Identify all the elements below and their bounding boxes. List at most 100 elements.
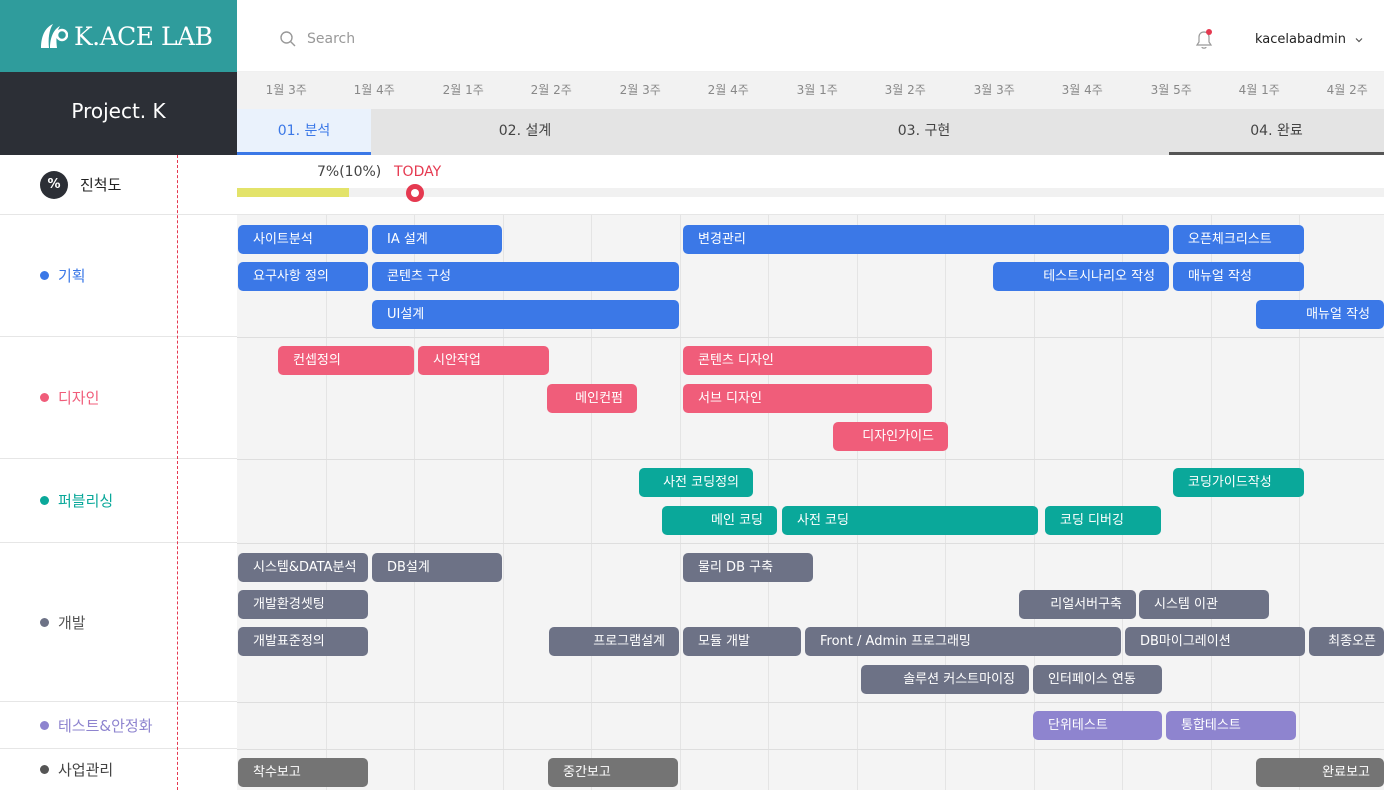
- task-bar[interactable]: IA 설계: [372, 225, 502, 254]
- progress-label: 진척도: [80, 176, 122, 194]
- task-bar[interactable]: Front / Admin 프로그래밍: [805, 627, 1121, 656]
- task-bar[interactable]: 테스트시나리오 작성: [993, 262, 1169, 291]
- group-test[interactable]: 테스트&안정화: [0, 702, 237, 749]
- task-bar[interactable]: 모듈 개발: [683, 627, 801, 656]
- plan-dot-icon: [40, 271, 49, 280]
- task-bar[interactable]: 프로그램설계: [549, 627, 679, 656]
- group-biz-label: 사업관리: [58, 761, 114, 779]
- task-bar[interactable]: 통합테스트: [1166, 711, 1296, 740]
- task-bar[interactable]: 콘텐츠 디자인: [683, 346, 932, 375]
- task-bar[interactable]: 매뉴얼 작성: [1256, 300, 1384, 329]
- grid-line: [1122, 215, 1123, 790]
- week-label: 2월 4주: [707, 83, 749, 97]
- group-divider: [237, 543, 1384, 544]
- group-design[interactable]: 디자인: [0, 337, 237, 459]
- search-placeholder: Search: [307, 31, 356, 47]
- task-bar[interactable]: UI설계: [372, 300, 679, 329]
- grid-line: [945, 215, 946, 790]
- group-biz[interactable]: 사업관리: [0, 749, 237, 790]
- username: kacelabadmin: [1255, 32, 1346, 47]
- grid-line: [680, 215, 681, 790]
- group-divider: [237, 702, 1384, 703]
- task-bar[interactable]: 컨셉정의: [278, 346, 414, 375]
- group-divider: [237, 749, 1384, 750]
- task-bar[interactable]: 물리 DB 구축: [683, 553, 813, 582]
- task-bar[interactable]: DB설계: [372, 553, 502, 582]
- grid-line: [768, 215, 769, 790]
- top-header: Search kacelabadmin: [237, 0, 1384, 72]
- task-bar[interactable]: 디자인가이드: [833, 422, 948, 451]
- task-bar[interactable]: 리얼서버구축: [1019, 590, 1136, 619]
- week-label: 2월 3주: [619, 83, 661, 97]
- project-title: Project. K: [0, 72, 237, 155]
- group-plan[interactable]: 기획: [0, 215, 237, 337]
- task-bar[interactable]: 솔루션 커스트마이징: [861, 665, 1029, 694]
- task-bar[interactable]: 메인 코딩: [662, 506, 777, 535]
- week-label: 2월 2주: [530, 83, 572, 97]
- phase-build[interactable]: 03. 구현: [679, 109, 1169, 155]
- progress-label-cell: % 진척도: [0, 155, 237, 215]
- user-menu[interactable]: kacelabadmin: [1255, 32, 1364, 47]
- week-label: 3월 5주: [1150, 83, 1192, 97]
- brand-name: K.ACE LAB: [74, 21, 213, 51]
- task-bar[interactable]: 시스템 이관: [1139, 590, 1269, 619]
- phase-header: 01. 분석 02. 설계 03. 구현 04. 완료: [237, 109, 1384, 155]
- notification-bell-icon[interactable]: [1193, 28, 1215, 50]
- percent-icon: %: [40, 170, 68, 199]
- task-bar[interactable]: 개발환경셋팅: [238, 590, 368, 619]
- task-bar[interactable]: 메인컨펌: [547, 384, 637, 413]
- kace-logo-icon: [41, 24, 68, 48]
- group-publishing[interactable]: 퍼블리싱: [0, 459, 237, 543]
- grid-line: [1211, 215, 1212, 790]
- week-header: 1월 3주 1월 4주 2월 1주 2월 2주 2월 3주 2월 4주 3월 1…: [237, 72, 1384, 109]
- task-bar[interactable]: 오픈체크리스트: [1173, 225, 1304, 254]
- task-bar[interactable]: 사이트분석: [238, 225, 368, 254]
- test-dot-icon: [40, 720, 49, 730]
- task-bar[interactable]: DB마이그레이션: [1125, 627, 1305, 656]
- publishing-dot-icon: [40, 496, 49, 505]
- task-bar[interactable]: 코딩 디버깅: [1045, 506, 1161, 535]
- group-test-label: 테스트&안정화: [58, 716, 153, 735]
- week-label: 2월 1주: [442, 83, 484, 97]
- task-bar[interactable]: 콘텐츠 구성: [372, 262, 679, 291]
- design-dot-icon: [40, 393, 49, 402]
- progress-bar-fill: [237, 188, 349, 197]
- week-label: 1월 3주: [265, 83, 307, 97]
- today-label: TODAY: [394, 164, 442, 180]
- today-line: [177, 155, 178, 790]
- task-bar[interactable]: 최종오픈: [1309, 627, 1384, 656]
- brand-logo[interactable]: K.ACE LAB: [0, 0, 237, 72]
- task-bar[interactable]: 사전 코딩정의: [639, 468, 753, 497]
- week-label: 4월 2주: [1326, 83, 1368, 97]
- task-bar[interactable]: 인터페이스 연동: [1033, 665, 1162, 694]
- task-bar[interactable]: 시스템&DATA분석: [238, 553, 368, 582]
- phase-design[interactable]: 02. 설계: [371, 109, 679, 155]
- task-bar[interactable]: 시안작업: [418, 346, 549, 375]
- phase-analysis[interactable]: 01. 분석: [237, 109, 371, 155]
- task-bar[interactable]: 요구사항 정의: [238, 262, 368, 291]
- week-label: 1월 4주: [353, 83, 395, 97]
- task-bar[interactable]: 변경관리: [683, 225, 1169, 254]
- group-design-label: 디자인: [58, 389, 100, 407]
- task-bar[interactable]: 중간보고: [548, 758, 678, 787]
- task-bar[interactable]: 사전 코딩: [782, 506, 1038, 535]
- task-bar[interactable]: 단위테스트: [1033, 711, 1162, 740]
- group-plan-label: 기획: [58, 267, 86, 285]
- task-bar[interactable]: 착수보고: [238, 758, 368, 787]
- task-bar[interactable]: 개발표준정의: [238, 627, 368, 656]
- week-label: 3월 4주: [1061, 83, 1103, 97]
- week-label: 3월 1주: [796, 83, 838, 97]
- search-box[interactable]: Search: [279, 30, 355, 48]
- progress-value: 7%(10%): [317, 164, 382, 180]
- grid-line: [857, 215, 858, 790]
- task-bar[interactable]: 서브 디자인: [683, 384, 932, 413]
- biz-dot-icon: [40, 765, 49, 774]
- search-icon: [280, 31, 296, 47]
- task-bar[interactable]: 매뉴얼 작성: [1173, 262, 1304, 291]
- today-marker-icon[interactable]: [406, 184, 424, 202]
- grid-line: [326, 215, 327, 790]
- phase-complete[interactable]: 04. 완료: [1169, 109, 1384, 155]
- task-bar[interactable]: 코딩가이드작성: [1173, 468, 1304, 497]
- task-bar[interactable]: 완료보고: [1256, 758, 1384, 787]
- group-dev[interactable]: 개발: [0, 543, 237, 702]
